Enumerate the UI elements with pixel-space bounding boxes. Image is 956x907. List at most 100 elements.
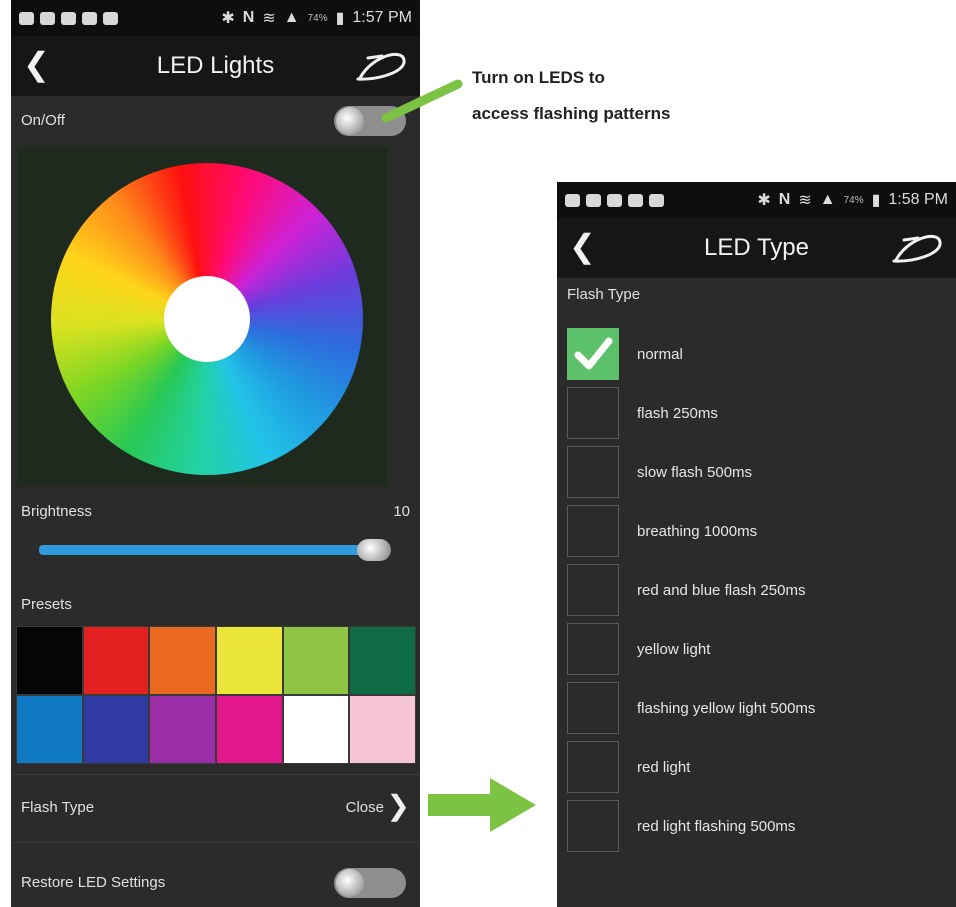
flash-option[interactable]: normal [567, 328, 956, 380]
preset-swatch[interactable] [215, 626, 283, 695]
section-label: Flash Type [567, 286, 641, 303]
option-label: red and blue flash 250ms [637, 581, 806, 599]
color-wheel-center [164, 276, 250, 362]
option-label: slow flash 500ms [637, 463, 753, 481]
option-checkbox[interactable] [567, 387, 619, 439]
flash-type-row[interactable]: Flash Type Close ❯ [11, 775, 420, 841]
notification-icon [40, 11, 55, 25]
color-wheel[interactable] [51, 163, 363, 475]
notification-icon [565, 193, 580, 207]
notification-icon [586, 193, 601, 207]
option-label: yellow light [637, 640, 711, 658]
status-time: 1:58 PM [888, 191, 948, 208]
notification-icon [628, 193, 643, 207]
wifi-icon: ≋ [262, 10, 276, 27]
annotation-text: Turn on LEDS to access flashing patterns [472, 60, 670, 132]
status-bar: ✱ N ≋ ▲ 74% ▮ 1:57 PM [11, 0, 420, 36]
option-label: normal [637, 345, 683, 363]
preset-swatch[interactable] [282, 695, 350, 764]
signal-icon: ▲ [283, 9, 300, 26]
restore-led-label: Restore LED Settings [21, 874, 166, 891]
preset-swatch[interactable] [82, 626, 150, 695]
checkmark-icon [574, 337, 613, 370]
preset-swatch[interactable] [16, 695, 83, 764]
battery-icon: ▮ [335, 10, 345, 27]
annotation-line-1: Turn on LEDS to [472, 68, 605, 87]
notification-icon [61, 11, 76, 25]
presets-label: Presets [21, 596, 72, 613]
battery-icon: ▮ [871, 192, 881, 209]
preset-swatches [16, 626, 416, 764]
notification-icon [19, 11, 34, 25]
preset-swatch[interactable] [149, 626, 216, 695]
option-label: flash 250ms [637, 404, 718, 422]
chevron-right-icon: ❯ [386, 790, 410, 821]
led-lights-screen: ✱ N ≋ ▲ 74% ▮ 1:57 PM ❮ LED Lights On/Of… [11, 0, 420, 907]
notification-icon [649, 193, 664, 207]
option-checkbox[interactable] [567, 446, 619, 498]
arrow-right-icon [428, 778, 536, 832]
flash-option[interactable]: red and blue flash 250ms [567, 564, 956, 616]
option-label: breathing 1000ms [637, 522, 758, 540]
option-checkbox[interactable] [567, 682, 619, 734]
option-checkbox[interactable] [567, 741, 619, 793]
flash-option[interactable]: red light [567, 741, 956, 793]
flash-type-label: Flash Type [21, 799, 95, 816]
toggle-knob [336, 869, 364, 897]
back-button[interactable]: ❮ [23, 44, 50, 84]
option-checkbox[interactable] [567, 564, 619, 616]
divider [11, 842, 420, 843]
option-label: red light [637, 758, 691, 776]
preset-swatch[interactable] [282, 626, 350, 695]
flash-option[interactable]: breathing 1000ms [567, 505, 956, 557]
option-label: flashing yellow light 500ms [637, 699, 816, 717]
flash-option[interactable]: slow flash 500ms [567, 446, 956, 498]
back-button[interactable]: ❮ [569, 226, 596, 266]
onoff-label: On/Off [21, 112, 65, 129]
preset-swatch[interactable] [149, 695, 216, 764]
bluetooth-icon: ✱ [757, 192, 771, 209]
color-wheel-panel [17, 147, 387, 487]
annotation-line-2: access flashing patterns [472, 104, 671, 123]
preset-swatch[interactable] [349, 626, 416, 695]
notification-icon [103, 11, 118, 25]
battery-percent: 74% [843, 194, 864, 206]
brightness-value: 10 [393, 503, 410, 520]
title-bar: ❮ LED Lights [11, 36, 420, 96]
flash-option[interactable]: red light flashing 500ms [567, 800, 956, 852]
nfc-icon: N [778, 191, 791, 208]
callout-line [381, 79, 463, 123]
option-checkbox[interactable] [567, 800, 619, 852]
preset-swatch[interactable] [82, 695, 150, 764]
preset-swatch[interactable] [349, 695, 416, 764]
notification-icons [565, 193, 664, 207]
title-bar: ❮ LED Type [557, 218, 956, 278]
option-label: red light flashing 500ms [637, 817, 796, 835]
flash-type-value: Close [345, 799, 384, 816]
option-checkbox[interactable] [567, 505, 619, 557]
notification-icon [82, 11, 97, 25]
flash-option[interactable]: flash 250ms [567, 387, 956, 439]
signal-icon: ▲ [819, 191, 836, 208]
preset-swatch[interactable] [215, 695, 283, 764]
bluetooth-icon: ✱ [221, 10, 235, 27]
notification-icon [607, 193, 622, 207]
toggle-knob [336, 107, 364, 135]
option-checkbox[interactable] [567, 623, 619, 675]
brightness-slider[interactable] [39, 545, 384, 555]
brightness-slider-knob[interactable] [357, 539, 391, 561]
nfc-icon: N [242, 9, 255, 26]
flash-option[interactable]: yellow light [567, 623, 956, 675]
led-type-screen: ✱ N ≋ ▲ 74% ▮ 1:58 PM ❮ LED Type Flash T… [557, 182, 956, 907]
flash-option[interactable]: flashing yellow light 500ms [567, 682, 956, 734]
status-bar: ✱ N ≋ ▲ 74% ▮ 1:58 PM [557, 182, 956, 218]
battery-percent: 74% [307, 12, 328, 24]
brightness-label: Brightness [21, 503, 92, 520]
option-checkbox[interactable] [567, 328, 619, 380]
wifi-icon: ≋ [798, 192, 812, 209]
notification-icons [19, 11, 118, 25]
brand-logo-icon [888, 228, 946, 273]
preset-swatch[interactable] [16, 626, 83, 695]
status-time: 1:57 PM [352, 9, 412, 26]
restore-led-toggle[interactable] [334, 868, 406, 898]
